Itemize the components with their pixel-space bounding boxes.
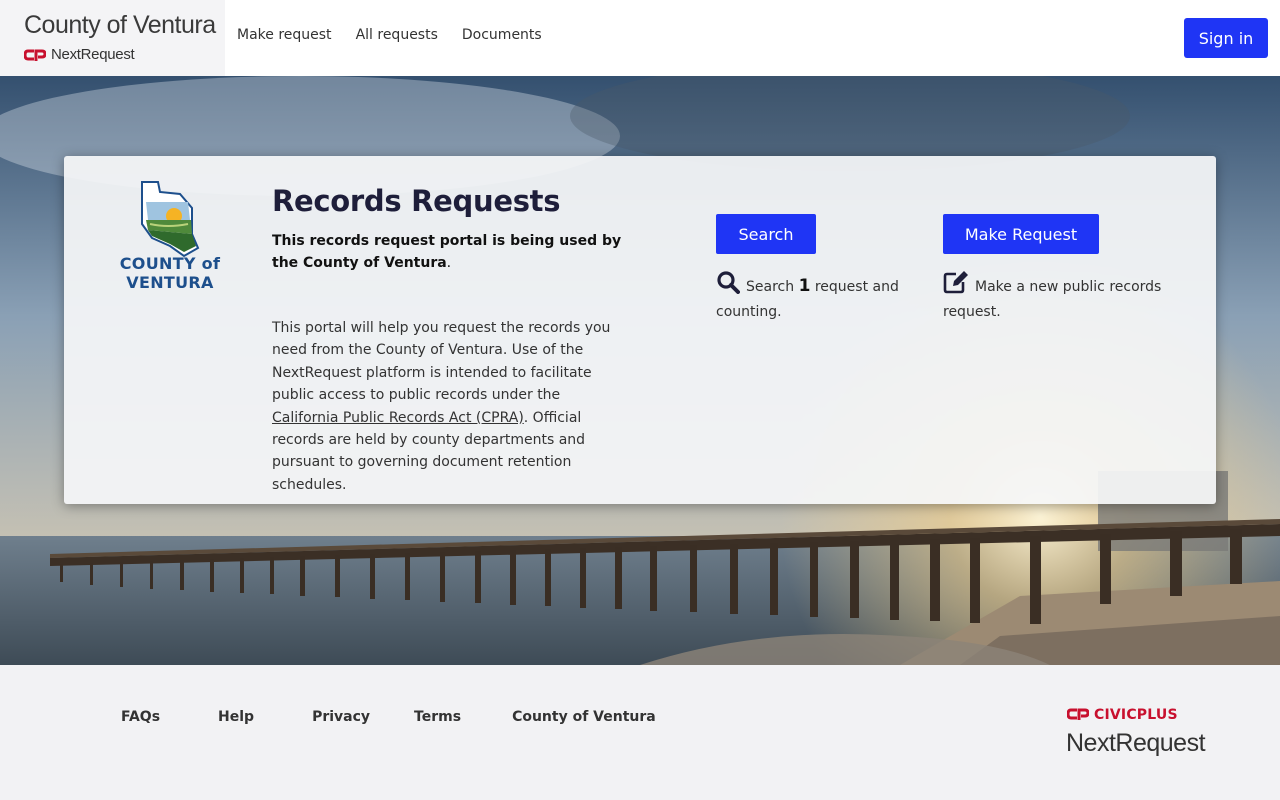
nav-make-request[interactable]: Make request [237, 27, 332, 43]
brand-title: County of Ventura [24, 11, 216, 39]
county-seal-text: COUNTY of VENTURA [119, 254, 221, 292]
brand-sub-text: NextRequest [51, 46, 135, 63]
portal-lead-end: . [446, 255, 452, 271]
site-header: County of Ventura NextRequest Make reque… [0, 0, 1280, 76]
civicplus-logo-icon [1066, 705, 1090, 724]
portal-lead: This records request portal is being use… [272, 230, 622, 274]
search-button[interactable]: Search [716, 214, 816, 254]
search-summary-pre: Search [746, 279, 799, 295]
cpra-link[interactable]: California Public Records Act (CPRA) [272, 410, 524, 426]
civicplus-logo-icon [24, 49, 46, 61]
make-request-summary: Make a new public records request. [943, 270, 1173, 323]
civicplus-text: CIVICPLUS [1094, 706, 1178, 723]
page-title: Records Requests [272, 184, 561, 218]
footer-link-terms[interactable]: Terms [414, 709, 461, 725]
footer-links: FAQs Help Privacy Terms County of Ventur… [121, 709, 656, 725]
footer-nextrequest: NextRequest [1066, 729, 1206, 757]
nav-all-requests[interactable]: All requests [356, 27, 438, 43]
footer-link-help[interactable]: Help [218, 709, 254, 725]
footer-link-faqs[interactable]: FAQs [121, 709, 160, 725]
footer-link-privacy[interactable]: Privacy [312, 709, 370, 725]
description-text-start: This portal will help you request the re… [272, 320, 611, 404]
make-request-button[interactable]: Make Request [943, 214, 1099, 254]
main-nav: Make request All requests Documents [225, 0, 566, 70]
civicplus-logo[interactable]: CIVICPLUS [1066, 705, 1178, 724]
brand[interactable]: County of Ventura NextRequest [0, 0, 225, 76]
search-icon [716, 270, 740, 301]
make-request-text: Make a new public records request. [943, 279, 1162, 320]
nav-documents[interactable]: Documents [462, 27, 542, 43]
edit-icon [943, 270, 969, 301]
sign-in-button[interactable]: Sign in [1184, 18, 1268, 58]
site-footer: FAQs Help Privacy Terms County of Ventur… [0, 665, 1280, 800]
search-summary: Search 1 request and counting. [716, 270, 912, 323]
brand-sub: NextRequest [24, 46, 225, 63]
records-card: COUNTY of VENTURA Records Requests This … [64, 156, 1216, 504]
portal-description: This portal will help you request the re… [272, 317, 630, 496]
footer-link-county[interactable]: County of Ventura [512, 709, 656, 725]
request-count: 1 [798, 276, 811, 296]
